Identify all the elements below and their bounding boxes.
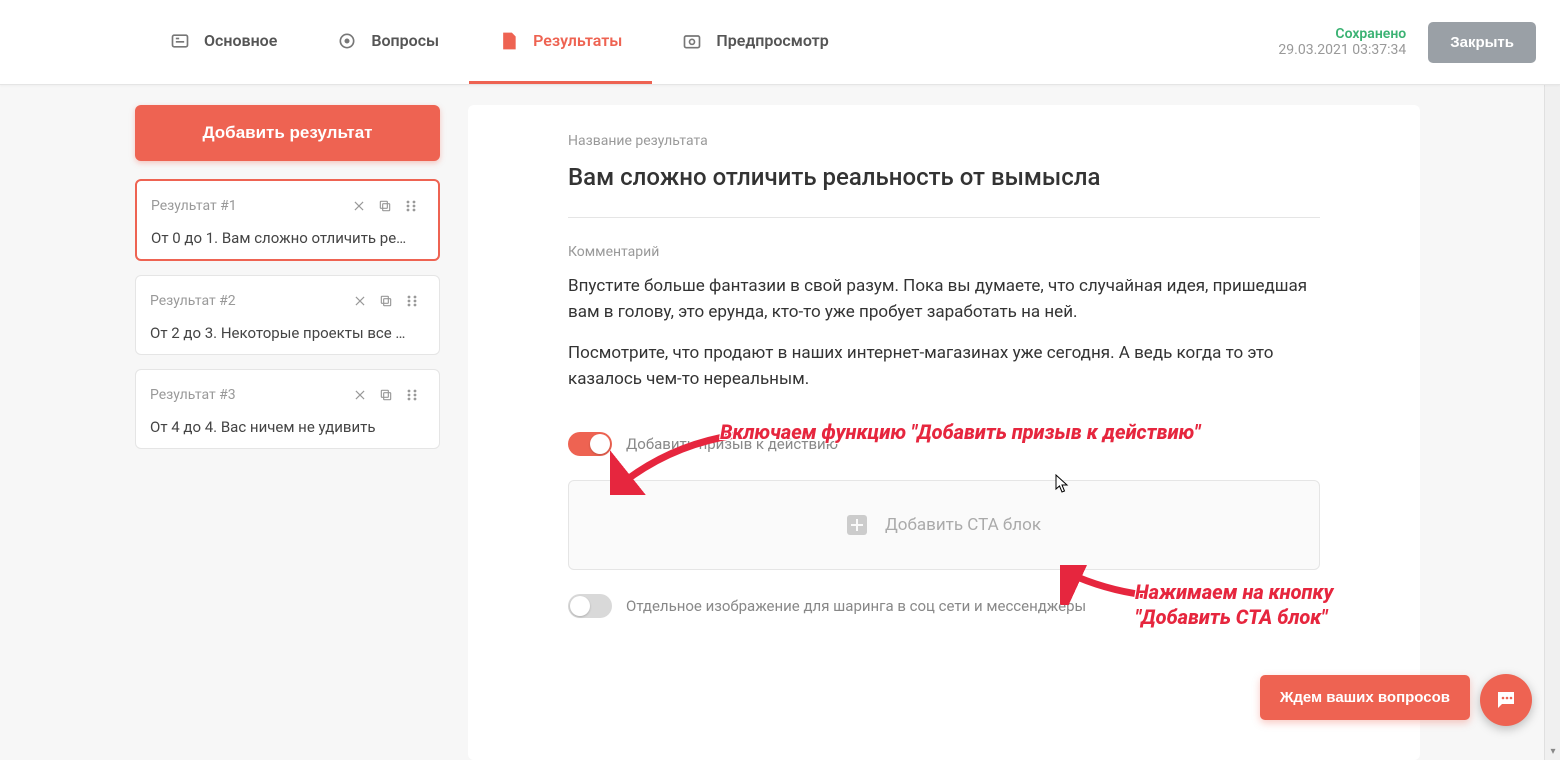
cta-toggle-row: Добавить призыв к действию [568,432,1320,456]
title-label: Название результата [568,133,1320,149]
save-status: Сохранено 29.03.2021 03:37:34 [1278,26,1406,58]
cta-toggle[interactable] [568,432,612,456]
result-title[interactable]: Вам сложно отличить реальность от вымысл… [568,163,1320,191]
add-cta-label: Добавить CTA блок [885,515,1041,535]
comment-paragraph: Впустите больше фантазии в свой разум. П… [568,274,1320,325]
result-card-desc: От 2 до 3. Некоторые проекты все … [150,324,425,342]
chart-file-icon [499,31,519,51]
chat-icon [1494,688,1518,712]
result-card-title: Результат #3 [150,387,347,403]
result-card-title: Результат #1 [151,198,346,214]
result-card[interactable]: Результат #3 От 4 до 4. Вас ничем не уди… [135,369,440,449]
tab-main[interactable]: Основное [140,0,307,84]
saved-label: Сохранено [1278,26,1406,42]
tab-label: Предпросмотр [716,31,828,50]
result-card-title: Результат #2 [150,293,347,309]
chat-fab[interactable] [1480,674,1532,726]
tab-results[interactable]: Результаты [469,0,652,84]
divider [568,217,1320,218]
tab-label: Вопросы [371,31,439,50]
close-icon[interactable] [346,193,372,219]
close-button[interactable]: Закрыть [1428,22,1536,63]
share-image-row: Отдельное изображение для шаринга в соц … [568,594,1320,618]
plus-icon [847,515,867,535]
result-card-desc: От 0 до 1. Вам сложно отличить ре… [151,229,424,247]
copy-icon[interactable] [373,382,399,408]
tab-questions[interactable]: Вопросы [307,0,469,84]
result-card[interactable]: Результат #1 От 0 до 1. Вам сложно отлич… [135,179,440,261]
saved-time: 29.03.2021 03:37:34 [1278,42,1406,58]
camera-icon [682,31,702,51]
target-icon [337,31,357,51]
topbar: Основное Вопросы Результаты Предпросмотр… [0,0,1560,85]
add-cta-block-button[interactable]: Добавить CTA блок [568,480,1320,570]
result-card-desc: От 4 до 4. Вас ничем не удивить [150,418,425,436]
tab-preview[interactable]: Предпросмотр [652,0,858,84]
result-card[interactable]: Результат #2 От 2 до 3. Некоторые проект… [135,275,440,355]
drag-icon[interactable] [398,193,424,219]
drag-icon[interactable] [399,288,425,314]
card-icon [170,31,190,51]
result-comment[interactable]: Впустите больше фантазии в свой разум. П… [568,274,1320,392]
drag-icon[interactable] [399,382,425,408]
share-image-label: Отдельное изображение для шаринга в соц … [626,597,1086,615]
cta-toggle-label: Добавить призыв к действию [626,435,838,453]
ask-button[interactable]: Ждем ваших вопросов [1260,675,1470,720]
close-icon[interactable] [347,382,373,408]
close-icon[interactable] [347,288,373,314]
scrollbar[interactable]: ▾ [1544,0,1560,760]
scrollbar-down-icon[interactable]: ▾ [1545,744,1560,760]
tab-label: Результаты [533,31,622,50]
comment-paragraph: Посмотрите, что продают в наших интернет… [568,341,1320,392]
sidebar: Добавить результат Результат #1 От 0 до … [135,105,440,760]
copy-icon[interactable] [373,288,399,314]
share-image-toggle[interactable] [568,594,612,618]
comment-label: Комментарий [568,244,1320,260]
main-panel: Название результата Вам сложно отличить … [468,105,1420,760]
tab-label: Основное [204,31,277,50]
copy-icon[interactable] [372,193,398,219]
add-result-button[interactable]: Добавить результат [135,105,440,161]
